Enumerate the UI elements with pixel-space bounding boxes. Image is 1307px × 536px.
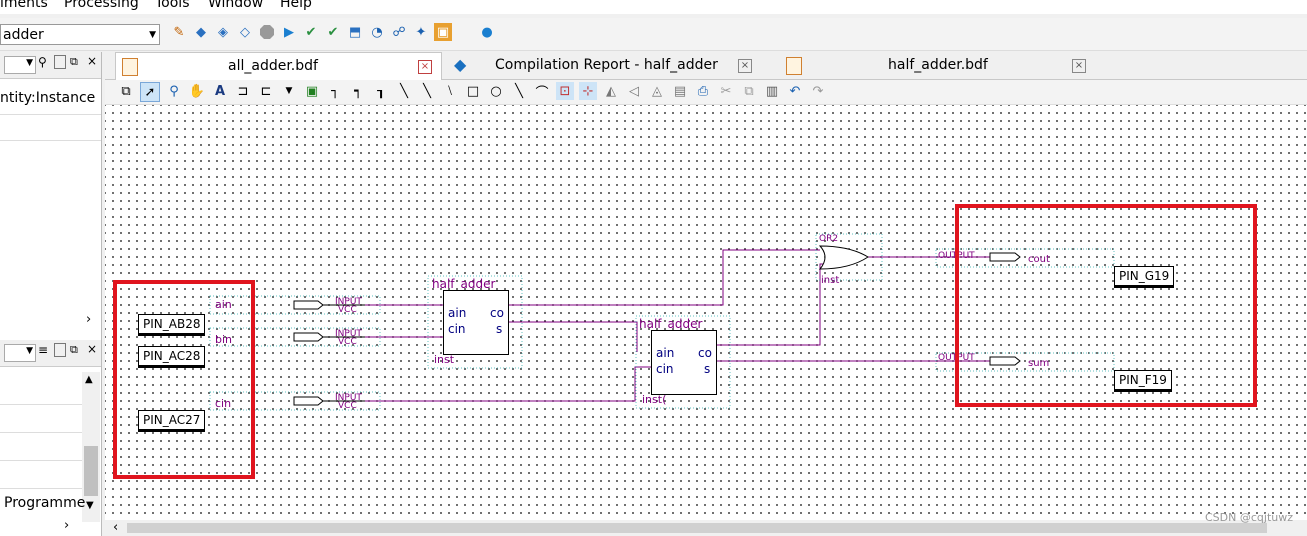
half-adder-instance-2[interactable]: ain cin co s [651,330,717,395]
canvas-hscrollbar[interactable]: ‹ [105,520,1307,536]
instance-1-name: inst [434,353,455,366]
input-pin-ain-symbol [293,300,324,310]
input-pins-highlight [113,280,255,479]
instance-1-title: half_adder [432,277,496,291]
half-adder-instance-1[interactable]: ain cin co s [443,290,509,355]
pin-default-bin: VCC [338,337,357,347]
port-co: co [490,306,504,320]
port-cin: cin [448,322,466,336]
instance-2-name: inst( [642,393,667,406]
wire-s1-to-ain2 [508,321,638,352]
wire-cin [365,366,651,402]
input-pin-cin-symbol [293,396,324,406]
port-s: s [704,362,711,376]
chevron-left-icon[interactable]: ‹ [113,520,118,535]
or-gate-title: OR2 [819,234,839,244]
port-ain: ain [656,346,675,360]
port-ain: ain [448,306,467,320]
port-cin: cin [656,362,674,376]
pin-default-ain: VCC [338,305,357,315]
output-pins-highlight [955,204,1257,407]
or-gate-symbol [818,245,869,270]
port-s: s [496,322,503,336]
port-co: co [698,346,712,360]
or-gate-name: inst [821,275,840,286]
instance-2-title: half_adder [639,317,703,331]
input-pin-bin-symbol [293,332,324,342]
wire-co2-to-or [716,263,826,346]
scrollbar-thumb[interactable] [127,523,1267,533]
watermark: CSDN @cqjtuwz [1205,511,1293,524]
wire-co1-to-or [508,249,820,306]
pin-default-cin: VCC [338,401,357,411]
